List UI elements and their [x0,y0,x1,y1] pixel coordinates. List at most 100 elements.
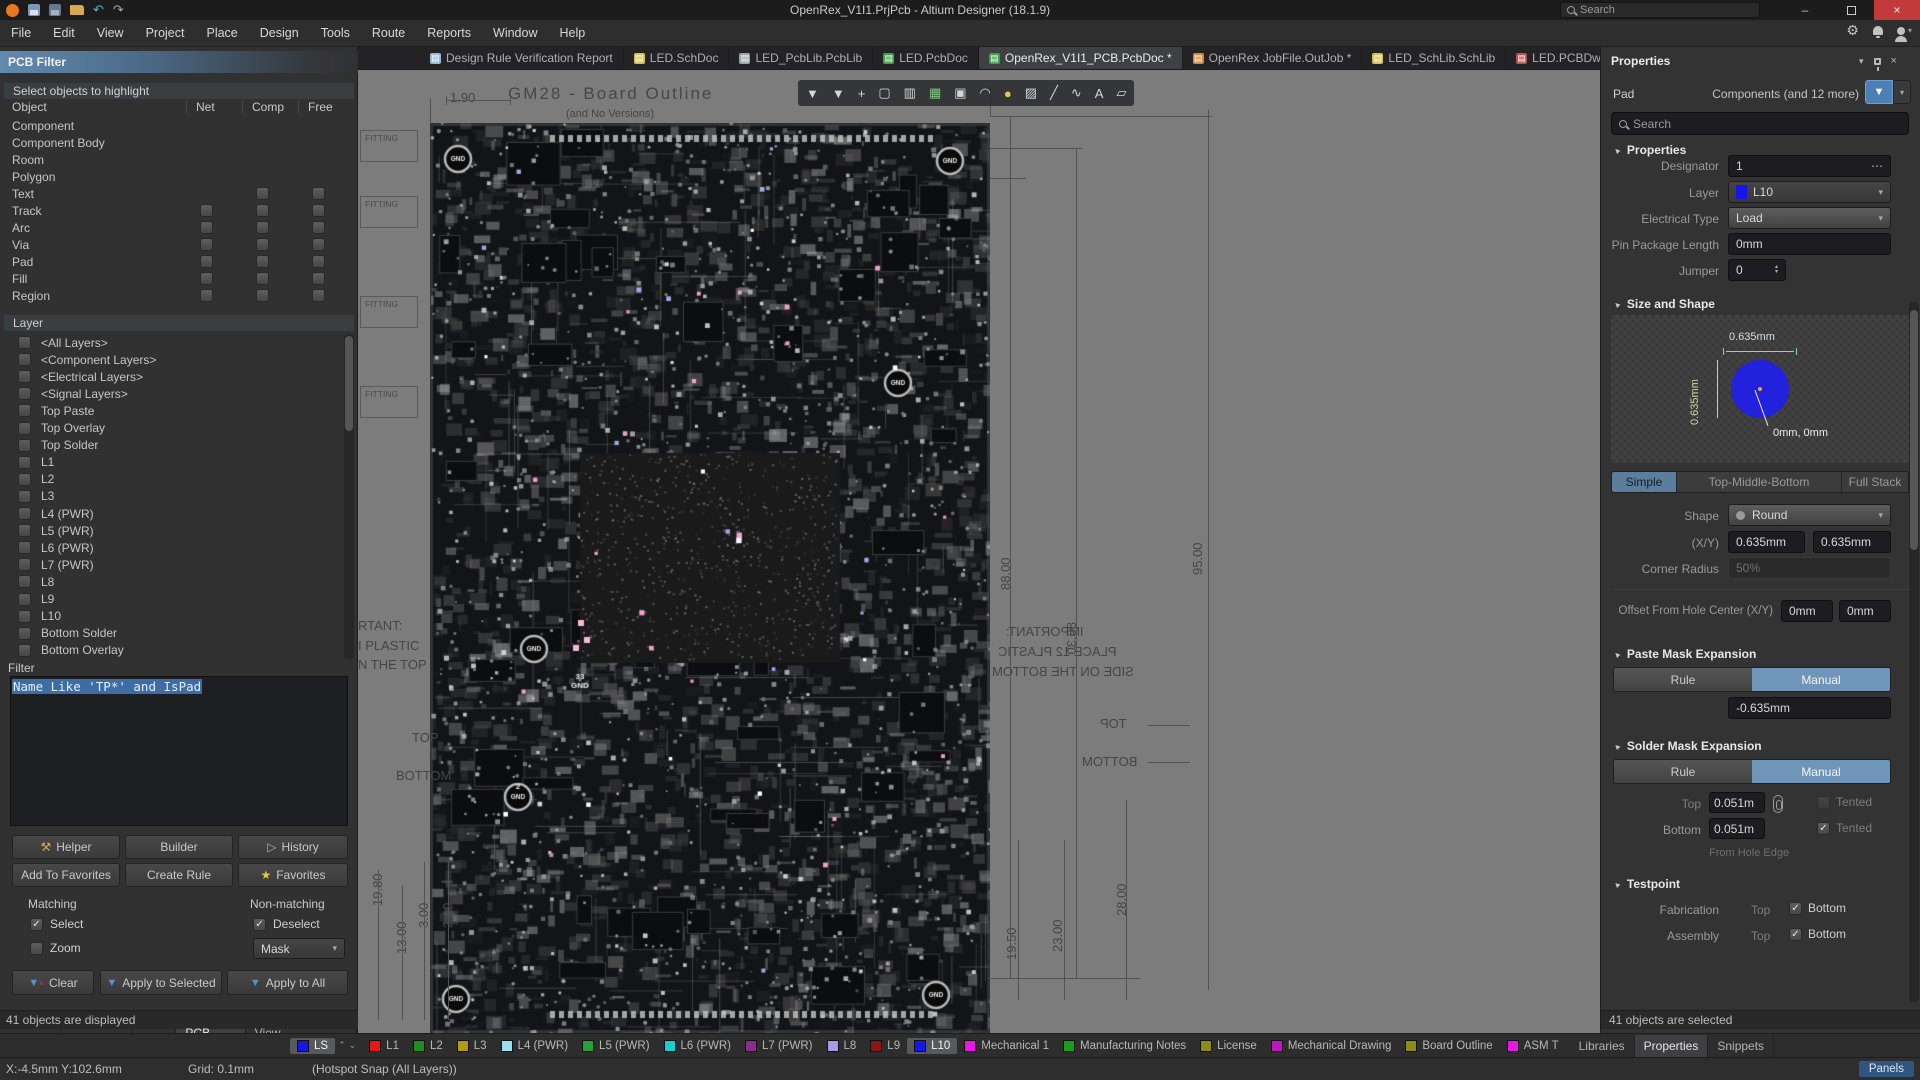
layer-up-icon[interactable]: ⌃ [338,1040,346,1051]
checkbox-icon[interactable] [18,336,31,349]
doc-tab[interactable]: ▤Design Rule Verification Report [420,47,624,69]
menu-tools[interactable]: Tools [310,20,361,47]
pin-package-length-input[interactable]: 0mm [1728,233,1891,255]
zoom-checkbox[interactable]: Zoom [30,941,81,955]
paste-manual-button[interactable]: Manual [1752,668,1890,691]
corner-radius-input[interactable]: 50% [1728,557,1891,579]
clear-button[interactable]: ▼×Clear [12,970,94,995]
checkbox-icon[interactable] [312,289,325,302]
filter-icon[interactable]: ▼ [806,86,819,101]
layer-tab-l5pwr[interactable]: L5 (PWR) [575,1038,656,1054]
highlight-filter-icon[interactable]: ▼ [832,86,845,101]
restore-button[interactable] [1828,0,1874,20]
section-paste-mask[interactable]: ▲Paste Mask Expansion [1613,647,1756,661]
checkbox-icon[interactable] [18,404,31,417]
doc-tab[interactable]: ▤OpenRex_V1I1_PCB.PcbDoc * [979,47,1183,69]
checkbox-icon[interactable] [256,255,269,268]
checkbox-icon[interactable] [18,610,31,623]
undo-icon[interactable]: ↶ [93,2,104,18]
grid-icon[interactable]: ▦ [929,85,941,101]
pcb-editor-canvas[interactable]: GM28 - Board Outline (and No Versions) 1… [358,70,1600,1033]
history-button[interactable]: ▷︎History [238,835,348,859]
layer-tab-l4pwr[interactable]: L4 (PWR) [494,1038,575,1054]
mask-dropdown[interactable]: Mask▾ [253,938,345,959]
layer-tab-l1[interactable]: L1 [362,1038,406,1054]
panel-close-icon[interactable]: × [1891,55,1897,67]
checkbox-icon[interactable] [312,187,325,200]
doc-tab[interactable]: ▤LED.PCBDwf [1506,47,1615,69]
menu-design[interactable]: Design [249,20,310,47]
layer-row[interactable]: Top Paste [4,402,340,419]
layer-row[interactable]: L8 [4,573,340,590]
histogram-icon[interactable]: ▥ [904,85,916,101]
checkbox-icon[interactable] [18,644,31,657]
layer-list-scrollbar[interactable] [344,334,354,659]
layer-row[interactable]: L10 [4,608,340,625]
checkbox-icon[interactable] [18,575,31,588]
outline-icon[interactable]: ▱ [1116,85,1126,101]
checkbox-icon[interactable] [18,593,31,606]
menu-project[interactable]: Project [135,20,196,47]
droplet-icon[interactable]: ● [1004,86,1012,101]
checkbox-icon[interactable] [18,558,31,571]
link-icon[interactable] [1773,795,1783,813]
object-row[interactable]: Component [4,117,354,134]
bell-icon[interactable] [1873,26,1883,35]
checkbox-icon[interactable] [312,255,325,268]
helper-button[interactable]: ⚒Helper [12,835,120,859]
current-layer-indicator[interactable]: LS [290,1038,335,1054]
user-icon[interactable]: ▾ [1897,26,1912,35]
board-icon[interactable]: ▣ [954,85,966,101]
layer-row[interactable]: Bottom Overlay [4,642,340,659]
layer-dropdown[interactable]: L10▾ [1728,181,1891,203]
checkbox-icon[interactable] [312,272,325,285]
object-row[interactable]: Track [4,202,354,219]
add-to-favorites-button[interactable]: Add To Favorites [12,863,120,887]
layer-tab-l7pwr[interactable]: L7 (PWR) [738,1038,819,1054]
checkbox-icon[interactable] [18,541,31,554]
layer-row[interactable]: L6 (PWR) [4,539,340,556]
layer-row[interactable]: L1 [4,454,340,471]
selection-rect-icon[interactable]: ▢ [878,85,890,101]
object-row[interactable]: Via [4,236,354,253]
paste-expansion-input[interactable]: -0.635mm [1728,697,1891,719]
solder-top-input[interactable]: 0.051m [1709,792,1765,813]
panel-scrollbar[interactable] [1909,302,1919,1002]
save-all-icon[interactable] [49,4,61,16]
arc-icon[interactable]: ◠ [980,85,991,101]
tab-top-middle-bottom[interactable]: Top-Middle-Bottom [1676,472,1842,492]
close-button[interactable]: × [1874,0,1920,20]
doc-tab[interactable]: ▤LED.SchDoc [624,47,730,69]
offset-x-input[interactable]: 0mm [1781,600,1833,622]
checkbox-icon[interactable] [312,221,325,234]
object-row[interactable]: Room [4,151,354,168]
create-rule-button[interactable]: Create Rule [125,863,233,887]
layer-tab-l8[interactable]: L8 [820,1038,864,1054]
pad-y-input[interactable]: 0.635mm [1813,531,1891,553]
checkbox-icon[interactable] [256,238,269,251]
layer-tab-asmt[interactable]: ASM T [1500,1038,1566,1054]
checkbox-icon[interactable] [256,204,269,217]
object-row[interactable]: Region [4,287,354,304]
layer-row[interactable]: <Electrical Layers> [4,368,340,385]
crosshair-icon[interactable]: + [858,86,866,101]
object-row[interactable]: Arc [4,219,354,236]
designator-input[interactable]: 1 ⋯ [1728,155,1891,177]
layer-row[interactable]: L7 (PWR) [4,556,340,573]
select-checkbox[interactable]: ✓Select [30,917,83,931]
tab-simple[interactable]: Simple [1612,472,1676,492]
layer-row[interactable]: L9 [4,591,340,608]
section-solder-mask[interactable]: ▲Solder Mask Expansion [1613,739,1762,753]
panels-button[interactable]: Panels [1859,1061,1914,1077]
apply-to-selected-button[interactable]: ▼Apply to Selected [100,970,222,995]
layer-tab-l6pwr[interactable]: L6 (PWR) [657,1038,738,1054]
doc-tab[interactable]: ▤OpenRex JobFile.OutJob * [1183,47,1363,69]
scope-filter-dropdown[interactable]: ▾ [1893,80,1911,104]
layer-tab-manufacturingnotes[interactable]: Manufacturing Notes [1056,1038,1193,1054]
menu-file[interactable]: File [0,20,42,47]
menu-help[interactable]: Help [548,20,596,47]
properties-search-input[interactable]: Search [1611,112,1909,135]
gear-icon[interactable]: ⚙ [1846,22,1859,39]
layer-row[interactable]: Top Overlay [4,420,340,437]
jumper-input[interactable]: 0 ▴▾ [1728,259,1786,281]
